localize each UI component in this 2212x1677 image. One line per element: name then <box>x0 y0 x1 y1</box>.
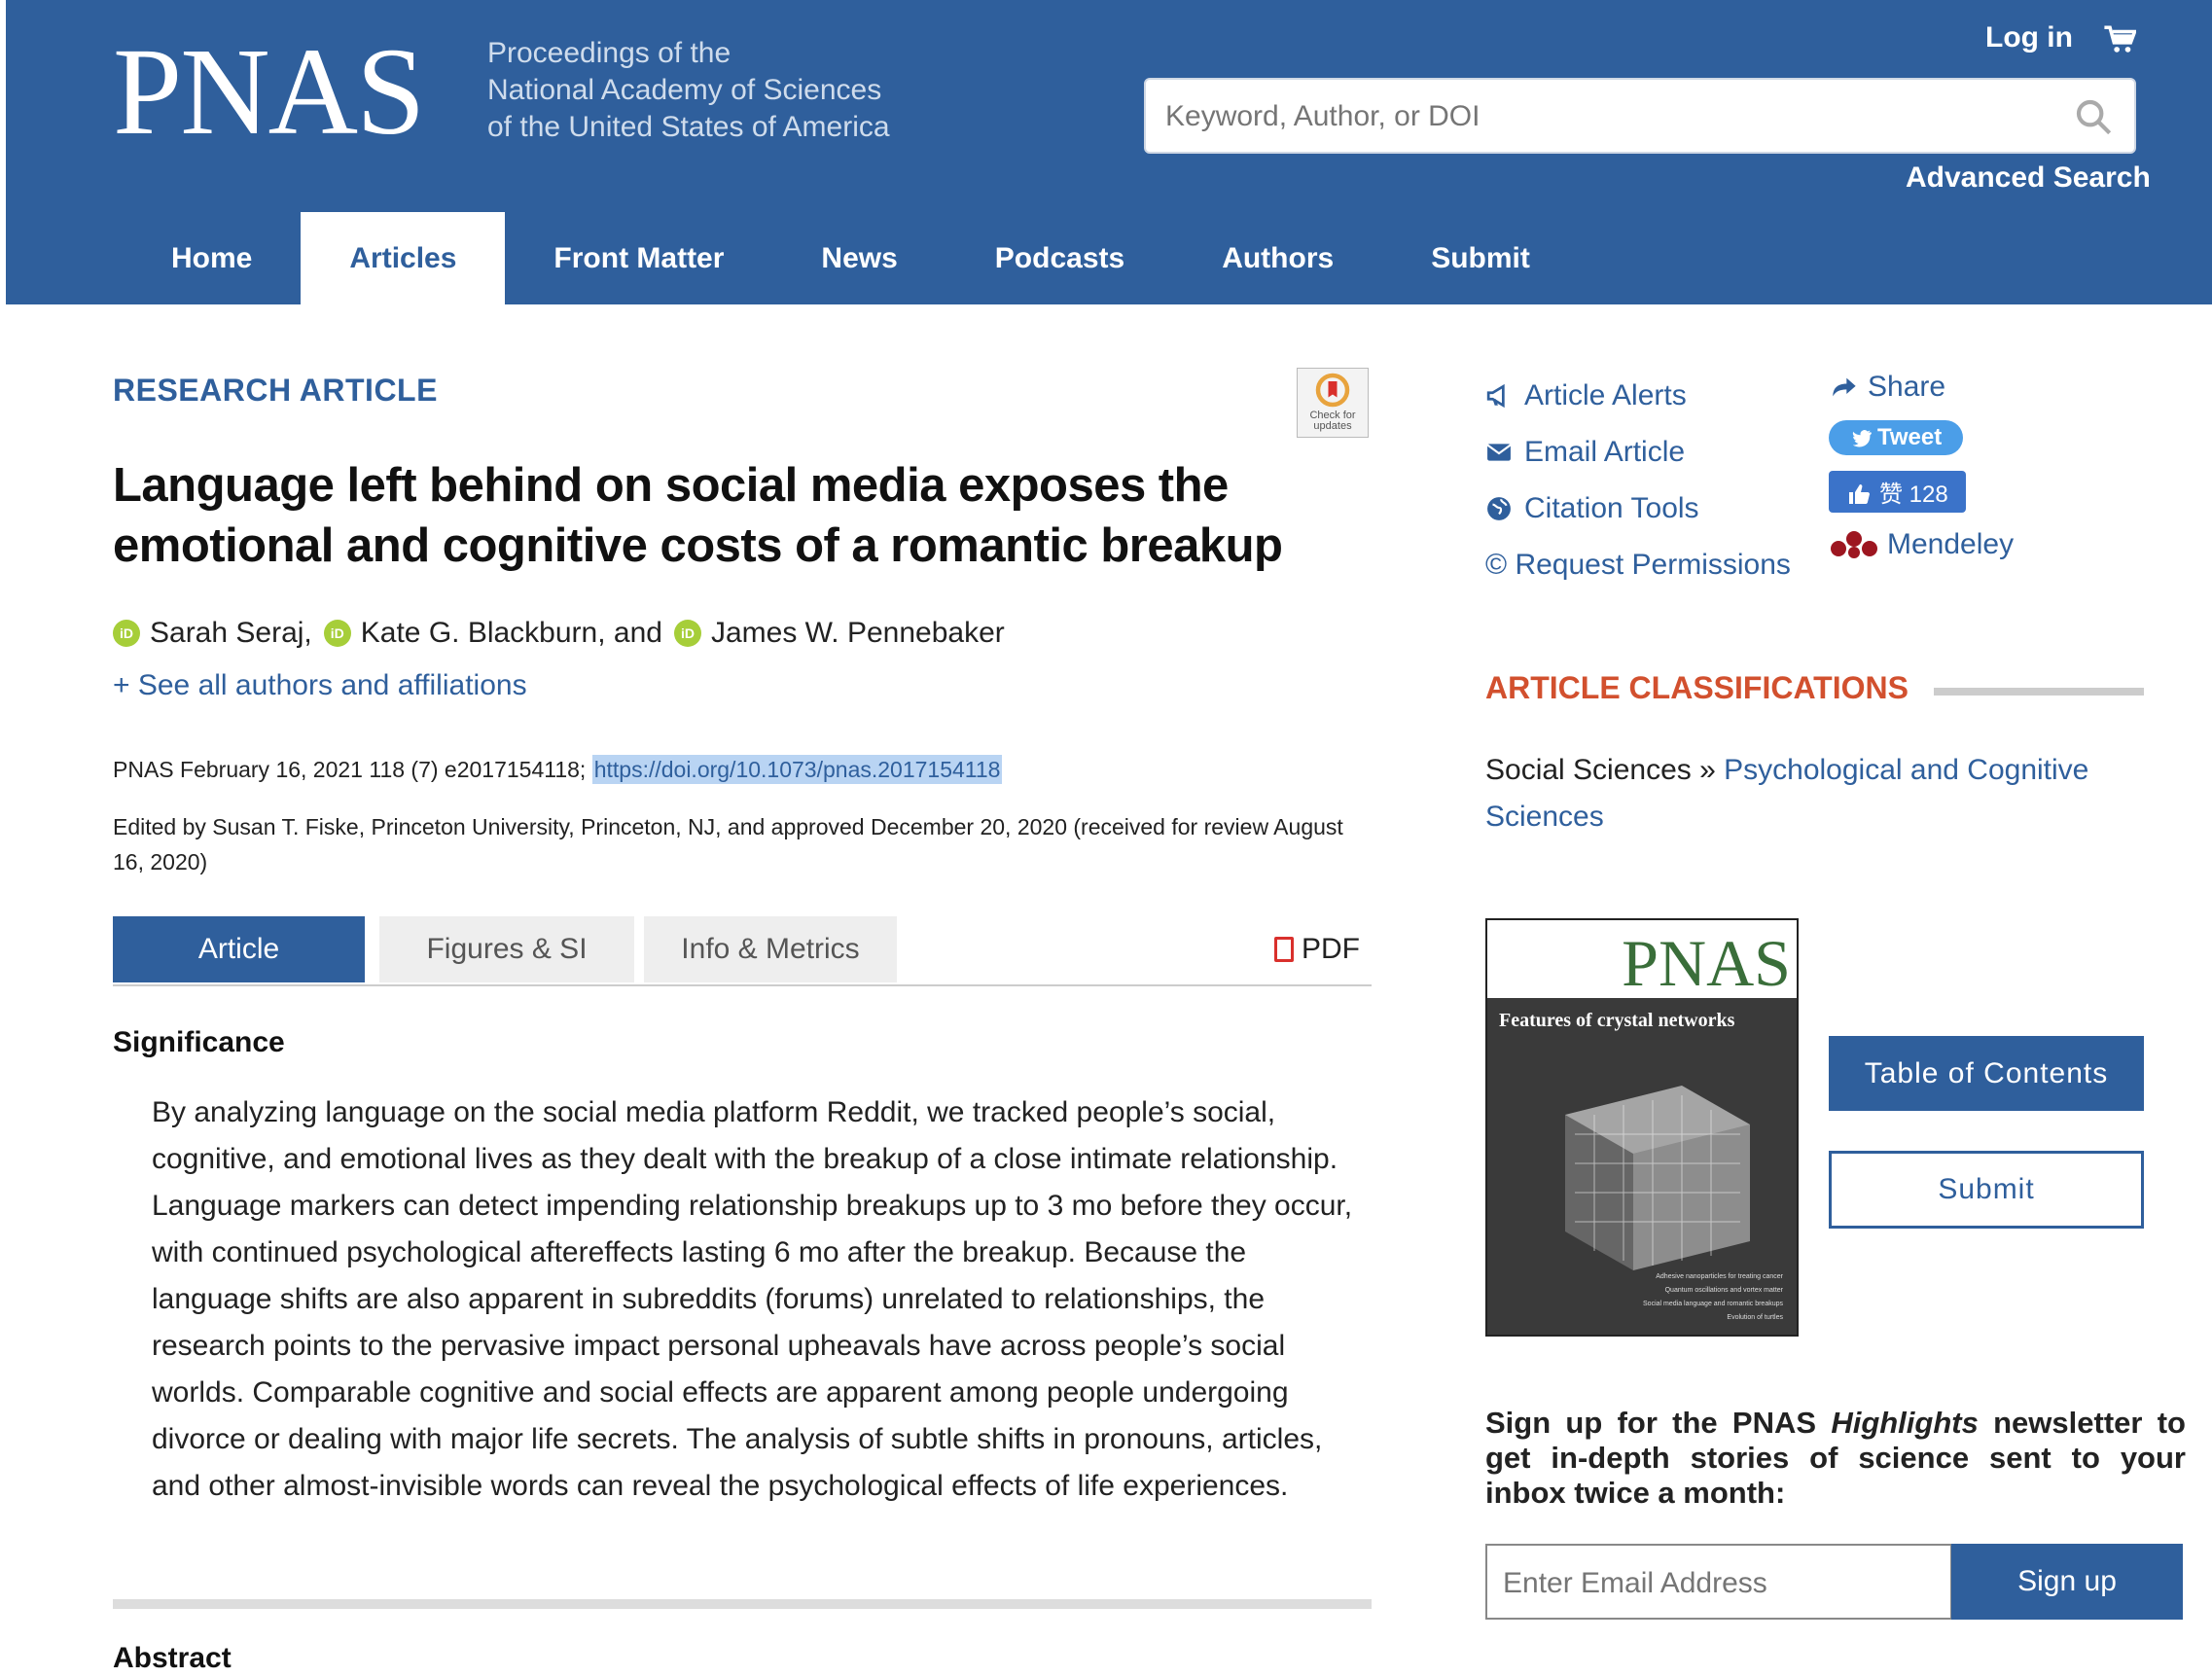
classification: Social Sciences » Psychological and Cogn… <box>1485 747 2166 840</box>
tab-article[interactable]: Article <box>113 916 365 982</box>
classification-separator: » <box>1691 754 1725 786</box>
search-icon[interactable] <box>2074 97 2113 136</box>
cover-logo: PNAS <box>1622 926 1791 1000</box>
cart-icon[interactable] <box>2103 23 2136 56</box>
mendeley-icon <box>1831 531 1877 558</box>
see-all-authors-link[interactable]: + See all authors and affiliations <box>113 669 527 702</box>
table-of-contents-button[interactable]: Table of Contents <box>1829 1036 2144 1111</box>
author-name[interactable]: Sarah Seraj, <box>150 617 312 650</box>
tool-label: © Request Permissions <box>1485 549 1791 581</box>
significance-heading: Significance <box>113 1026 285 1058</box>
abstract-heading: Abstract <box>113 1642 232 1674</box>
share-arrow-icon <box>1833 377 1856 397</box>
article-title: Language left behind on social media exp… <box>113 459 1283 572</box>
cover-title: Features of crystal networks <box>1499 1010 1735 1031</box>
nav-front-matter[interactable]: Front Matter <box>505 212 772 304</box>
article-classifications-heading: ARTICLE CLASSIFICATIONS <box>1485 670 1909 705</box>
tweet-button[interactable]: Tweet <box>1829 420 1964 455</box>
tool-label: Citation Tools <box>1524 492 1699 524</box>
share-link[interactable]: Share <box>1829 368 2014 407</box>
citation-text: PNAS February 16, 2021 118 (7) e20171541… <box>113 757 592 782</box>
advanced-search-link[interactable]: Advanced Search <box>1906 161 2151 195</box>
significance-text: By analyzing language on the social medi… <box>152 1096 1353 1502</box>
nav-articles[interactable]: Articles <box>301 212 506 304</box>
globe-icon <box>1487 497 1511 520</box>
author-name[interactable]: James W. Pennebaker <box>711 617 1005 650</box>
heading-rule <box>1934 688 2144 696</box>
pdf-label: PDF <box>1302 933 1360 965</box>
cover-masthead: PNAS <box>1487 920 1797 998</box>
mendeley-link[interactable]: Mendeley <box>1829 528 2014 561</box>
article-alerts-link[interactable]: Article Alerts <box>1485 368 1791 424</box>
section-divider <box>113 1599 1372 1609</box>
twitter-bird-icon <box>1852 430 1872 447</box>
pnas-logo[interactable]: PNAS <box>113 29 425 154</box>
cover-headline: Evolution of turtles <box>1727 1314 1783 1321</box>
login-link[interactable]: Log in <box>1985 21 2073 54</box>
main-nav: Home Articles Front Matter News Podcasts… <box>123 212 1579 304</box>
nav-submit[interactable]: Submit <box>1382 212 1579 304</box>
tab-figures-si[interactable]: Figures & SI <box>379 916 634 982</box>
classification-parent: Social Sciences <box>1485 754 1692 786</box>
email-article-link[interactable]: Email Article <box>1485 424 1791 481</box>
tool-label: Email Article <box>1524 436 1686 468</box>
doi-link[interactable]: https://doi.org/10.1073/pnas.2017154118 <box>591 755 1003 784</box>
journal-cover[interactable]: PNAS Features of crystal networks Adhesi… <box>1485 918 1799 1337</box>
request-permissions-link[interactable]: © Request Permissions <box>1485 537 1791 593</box>
orcid-icon[interactable]: iD <box>323 620 351 647</box>
orcid-icon[interactable]: iD <box>673 620 701 647</box>
share-label: Share <box>1868 371 1946 403</box>
orcid-icon[interactable]: iD <box>113 620 140 647</box>
nav-news[interactable]: News <box>772 212 945 304</box>
article-tabs: Article Figures & SI Info & Metrics PDF <box>113 916 1372 986</box>
citation-tools-link[interactable]: Citation Tools <box>1485 481 1791 537</box>
email-field[interactable] <box>1501 1561 1933 1606</box>
megaphone-icon <box>1486 383 1505 409</box>
tab-info-metrics[interactable]: Info & Metrics <box>644 916 897 982</box>
search-box <box>1144 78 2136 154</box>
tweet-label: Tweet <box>1877 424 1943 450</box>
edited-by-note: Edited by Susan T. Fiske, Princeton Univ… <box>113 814 1343 874</box>
nav-home[interactable]: Home <box>123 212 301 304</box>
mendeley-label: Mendeley <box>1887 528 2015 560</box>
site-tagline: Proceedings of the National Academy of S… <box>487 35 890 146</box>
tagline-line: National Academy of Sciences <box>487 74 882 106</box>
crystal-network-image <box>1565 1086 1750 1270</box>
share-column: Share Tweet 赞 128 Mendeley <box>1829 368 2014 561</box>
author-list: iD Sarah Seraj, iD Kate G. Blackburn, an… <box>113 617 1005 650</box>
like-count: 赞 128 <box>1879 482 1948 508</box>
cover-headline: Social media language and romantic break… <box>1643 1301 1783 1307</box>
newsletter-highlights: Highlights <box>1831 1406 1979 1440</box>
author-name[interactable]: Kate G. Blackburn, and <box>361 617 662 650</box>
cover-headline: Adhesive nanoparticles for treating canc… <box>1656 1273 1783 1280</box>
newsletter-prompt: Sign up for the PNAS Highlights newslett… <box>1485 1406 2186 1511</box>
cover-headlines: Adhesive nanoparticles for treating canc… <box>1643 1270 1783 1325</box>
article-tools: Article Alerts Email Article Citation To… <box>1485 368 1791 593</box>
sign-up-button[interactable]: Sign up <box>1951 1544 2183 1620</box>
envelope-icon <box>1486 444 1512 461</box>
check-updates-text: Check for updates <box>1309 410 1356 432</box>
cover-headline: Quantum oscillations and vortex matter <box>1664 1287 1783 1294</box>
newsletter-text: Sign up for the PNAS <box>1485 1406 1832 1440</box>
nav-podcasts[interactable]: Podcasts <box>946 212 1173 304</box>
site-header: PNAS Proceedings of the National Academy… <box>6 0 2212 304</box>
pdf-link[interactable]: PDF <box>1243 916 1360 982</box>
like-button[interactable]: 赞 128 <box>1829 471 1966 513</box>
pdf-icon <box>1274 937 1294 962</box>
tool-label: Article Alerts <box>1524 379 1687 411</box>
nav-authors[interactable]: Authors <box>1173 212 1382 304</box>
article-type-label: RESEARCH ARTICLE <box>113 373 438 408</box>
tagline-line: Proceedings of the <box>487 37 731 69</box>
thumbs-up-icon <box>1849 484 1870 504</box>
email-field-wrapper <box>1485 1544 1952 1620</box>
submit-button[interactable]: Submit <box>1829 1151 2144 1229</box>
search-input[interactable] <box>1163 93 2043 140</box>
check-for-updates-badge[interactable]: Check for updates <box>1297 368 1369 438</box>
tagline-line: of the United States of America <box>487 111 890 143</box>
citation-line: PNAS February 16, 2021 118 (7) e20171541… <box>113 755 1003 784</box>
crossmark-icon <box>1315 373 1350 408</box>
